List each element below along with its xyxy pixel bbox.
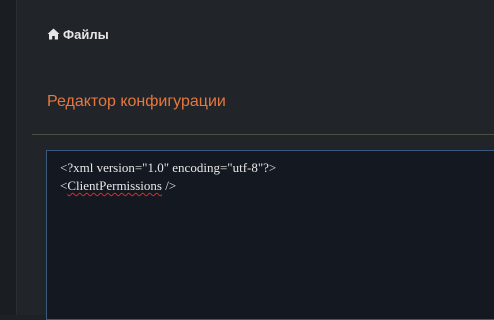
breadcrumb-label: Файлы: [63, 26, 109, 42]
home-icon: [47, 28, 60, 40]
section-title: Редактор конфигурации: [47, 93, 226, 110]
tag-name: ClientPermissions: [67, 178, 162, 193]
breadcrumb-files[interactable]: Файлы: [47, 25, 109, 43]
divider: [32, 134, 494, 135]
sidebar-strip: [0, 0, 17, 315]
code-line-2: <ClientPermissions />: [60, 177, 494, 195]
tag-close: />: [161, 178, 177, 193]
code-line-1: <?xml version="1.0" encoding="utf-8"?>: [60, 160, 277, 175]
config-editor[interactable]: <?xml version="1.0" encoding="utf-8"?> <…: [46, 150, 494, 320]
